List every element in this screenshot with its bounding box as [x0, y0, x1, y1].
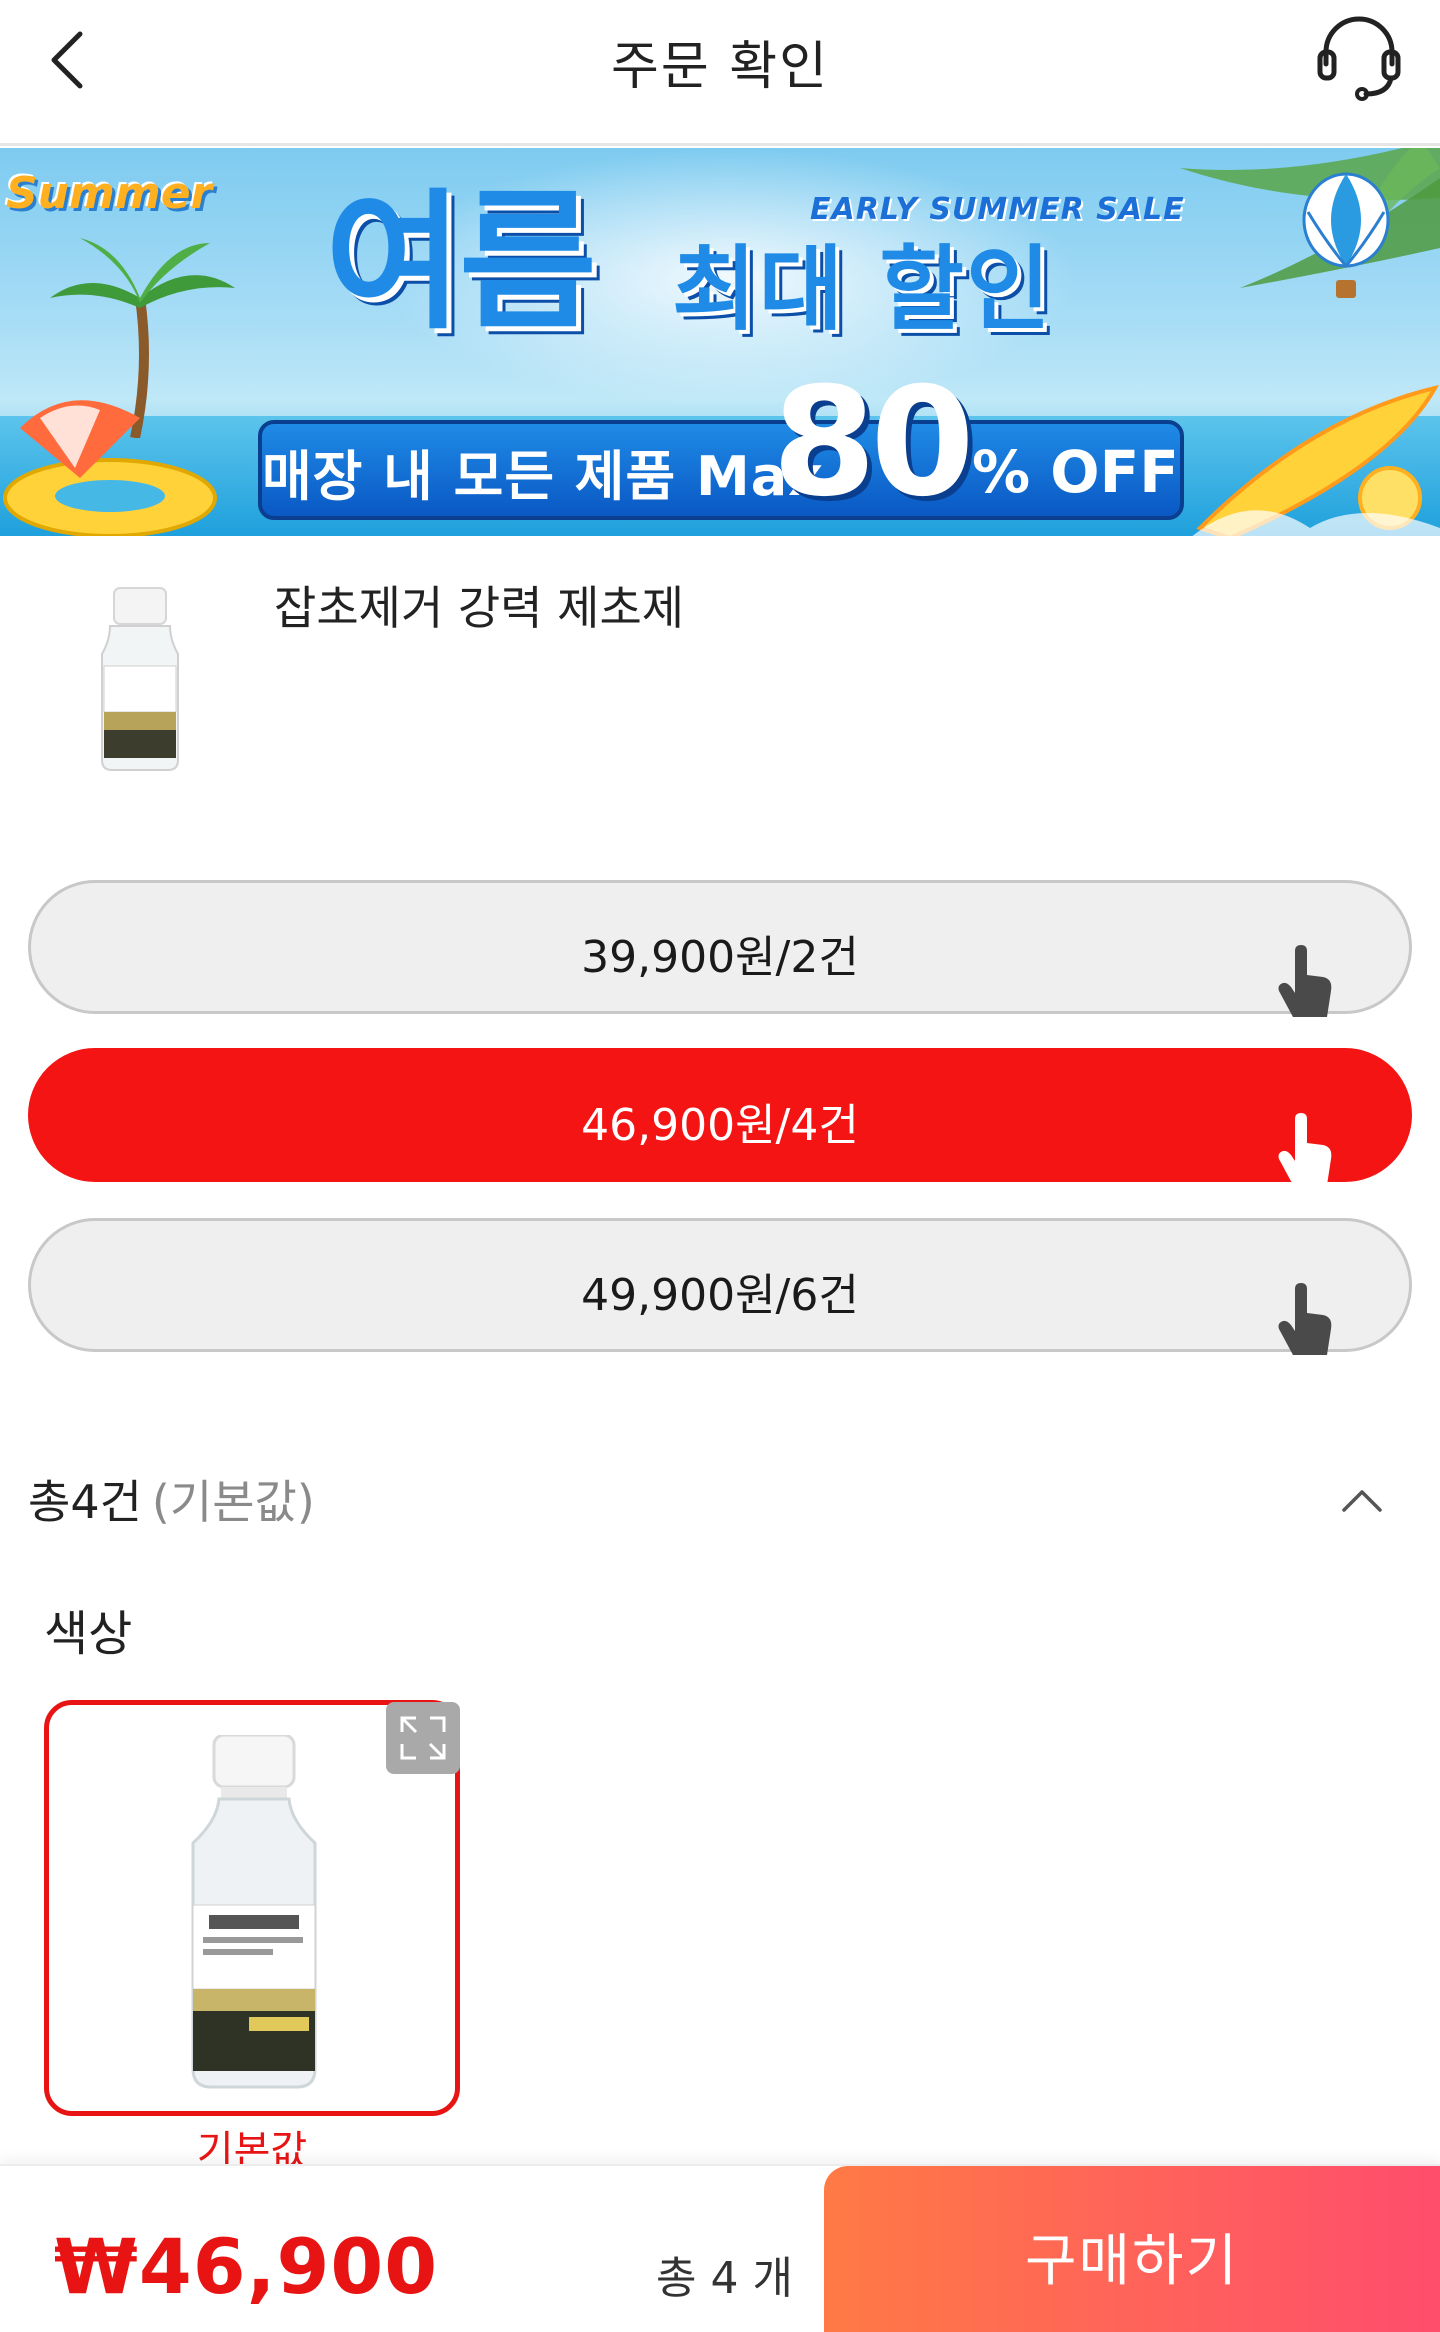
selection-summary: 총4건 (기본값) [28, 1466, 315, 1532]
banner-promo-text: 매장 내 모든 제품 Max [262, 445, 824, 508]
banner-headline: 최대 할인 [672, 236, 1053, 343]
headset-icon [1317, 16, 1401, 101]
swim-ring-image [3, 400, 217, 536]
summary-count: 총4건 [28, 1475, 142, 1529]
hot-air-balloon-image [1302, 172, 1390, 298]
total-count: 총 4 개 [656, 2253, 793, 2304]
pointing-hand-icon [1278, 1113, 1332, 1185]
promo-banner[interactable]: Summer EARLY SUMMER SALE 여름 최대 할인 매장 내 모… [0, 148, 1440, 536]
total-price: ₩46,900 [54, 2222, 439, 2311]
collapse-button[interactable] [1336, 1476, 1388, 1528]
summer-logo: Summer [6, 168, 213, 219]
buy-button[interactable]: 구매하기 [824, 2166, 1440, 2332]
product-name: 잡초제거 강력 제초제 [274, 581, 685, 635]
summary-default: (기본값) [151, 1475, 315, 1529]
option-2-items[interactable]: 39,900원/2건 [28, 880, 1412, 1017]
buy-button-label: 구매하기 [1024, 2229, 1240, 2294]
customer-support-button[interactable] [1314, 12, 1404, 102]
option-6-items[interactable]: 49,900원/6건 [28, 1218, 1412, 1355]
product-bottle-image [191, 1735, 317, 2089]
option-label: 49,900원/6건 [581, 1270, 859, 1321]
header-bar: 주문 확인 [0, 0, 1440, 146]
expand-icon [400, 1716, 446, 1760]
option-4-items[interactable]: 46,900원/4건 [28, 1048, 1412, 1185]
chevron-up-icon [1342, 1490, 1382, 1512]
expand-image-button[interactable] [386, 1702, 460, 1774]
product-thumbnail [101, 587, 179, 771]
banner-promo-suffix: % OFF [972, 438, 1179, 506]
pointing-hand-icon [1278, 1283, 1332, 1355]
color-section-title: 색상 [44, 1606, 133, 1662]
option-label: 39,900원/2건 [581, 932, 859, 983]
page-title: 주문 확인 [611, 37, 829, 97]
surfboard-image [1192, 384, 1440, 536]
option-label: 46,900원/4건 [581, 1100, 859, 1151]
banner-tagline: EARLY SUMMER SALE [810, 192, 1185, 227]
pointing-hand-icon [1278, 945, 1332, 1017]
banner-headline-big: 여름 [325, 176, 597, 350]
banner-promo-number: 80 [772, 356, 975, 530]
